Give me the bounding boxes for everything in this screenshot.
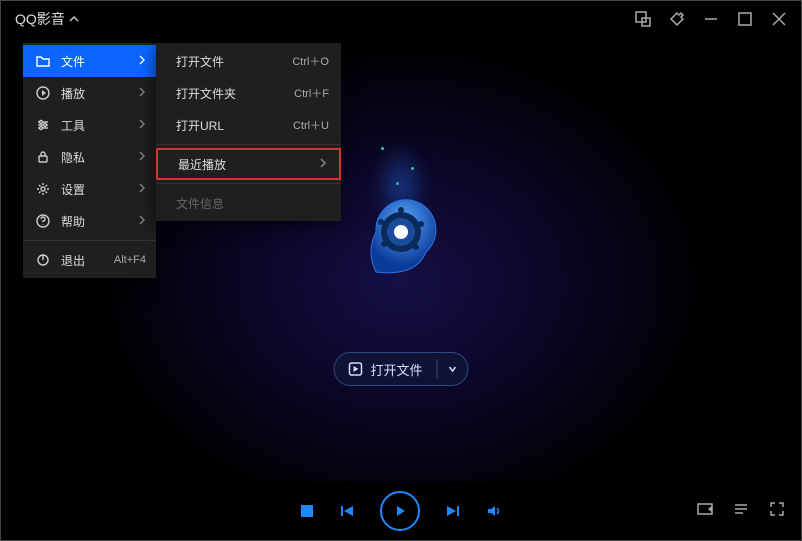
- menu-item-label: 帮助: [61, 213, 128, 230]
- chevron-right-icon: [138, 54, 146, 68]
- file-submenu: 打开文件 Ctrl＋O 打开文件夹 Ctrl＋F 打开URL Ctrl＋U 最近…: [156, 43, 341, 221]
- menu-item-label: 退出: [61, 252, 104, 269]
- close-button[interactable]: [771, 11, 787, 27]
- menu-item-privacy[interactable]: 隐私: [23, 141, 156, 173]
- play-icon: [392, 503, 408, 519]
- open-file-more-button[interactable]: [438, 362, 468, 377]
- play-button[interactable]: [380, 491, 420, 531]
- menu-separator: [23, 240, 156, 241]
- open-file-button-group: 打开文件: [333, 352, 468, 386]
- chevron-down-icon: [448, 364, 458, 374]
- submenu-item-file-info: 文件信息: [156, 187, 341, 219]
- tools-icon: [35, 118, 51, 132]
- lock-icon: [35, 150, 51, 164]
- submenu-separator: [156, 183, 341, 184]
- help-icon: [35, 214, 51, 228]
- playback-center-controls: [300, 491, 502, 531]
- chevron-right-icon: [138, 214, 146, 228]
- menu-item-tools[interactable]: 工具: [23, 109, 156, 141]
- mini-mode-icon[interactable]: [635, 11, 651, 27]
- menu-item-shortcut: Alt+F4: [114, 254, 146, 266]
- submenu-item-label: 打开URL: [176, 117, 293, 134]
- stop-button[interactable]: [300, 504, 314, 518]
- menu-item-exit[interactable]: 退出 Alt+F4: [23, 244, 156, 276]
- minimize-button[interactable]: [703, 11, 719, 27]
- submenu-item-label: 打开文件: [176, 53, 292, 70]
- menu-item-label: 播放: [61, 85, 128, 102]
- app-logo: [346, 182, 456, 292]
- power-icon: [35, 253, 51, 267]
- chevron-right-icon: [138, 182, 146, 196]
- playlist-button[interactable]: [733, 501, 749, 522]
- menu-item-label: 设置: [61, 181, 128, 198]
- submenu-item-open-file[interactable]: 打开文件 Ctrl＋O: [156, 45, 341, 77]
- menu-item-play[interactable]: 播放: [23, 77, 156, 109]
- play-circle-icon: [35, 86, 51, 100]
- submenu-item-label: 打开文件夹: [176, 85, 294, 102]
- playback-controls: [1, 482, 801, 540]
- menu-item-label: 隐私: [61, 149, 128, 166]
- menu-item-label: 工具: [61, 117, 128, 134]
- app-title: QQ影音: [15, 9, 65, 29]
- chevron-right-icon: [138, 86, 146, 100]
- previous-button[interactable]: [340, 504, 354, 518]
- titlebar: QQ影音: [1, 1, 801, 37]
- open-file-label: 打开文件: [370, 360, 422, 379]
- menu-item-help[interactable]: 帮助: [23, 205, 156, 237]
- maximize-button[interactable]: [737, 11, 753, 27]
- playback-right-controls: [697, 501, 785, 522]
- menu-item-label: 文件: [61, 53, 128, 70]
- next-button[interactable]: [446, 504, 460, 518]
- chevron-right-icon: [138, 150, 146, 164]
- volume-button[interactable]: [486, 503, 502, 519]
- app-title-dropdown[interactable]: QQ影音: [15, 9, 79, 29]
- window-controls: [635, 11, 787, 27]
- gear-icon: [35, 182, 51, 196]
- main-menu: 文件 播放 工具 隐私 设置 帮助 退出 Alt+F4: [23, 43, 156, 278]
- submenu-item-shortcut: Ctrl＋U: [293, 117, 329, 133]
- chevron-right-icon: [138, 118, 146, 132]
- play-file-icon: [348, 362, 362, 376]
- submenu-item-open-folder[interactable]: 打开文件夹 Ctrl＋F: [156, 77, 341, 109]
- pin-icon[interactable]: [669, 11, 685, 27]
- chevron-right-icon: [319, 157, 327, 171]
- submenu-item-open-url[interactable]: 打开URL Ctrl＋U: [156, 109, 341, 141]
- submenu-separator: [156, 144, 341, 145]
- open-file-button[interactable]: 打开文件: [334, 360, 436, 379]
- folder-icon: [35, 54, 51, 68]
- submenu-item-shortcut: Ctrl＋O: [292, 53, 329, 69]
- menu-item-settings[interactable]: 设置: [23, 173, 156, 205]
- snapshot-button[interactable]: [697, 501, 713, 522]
- chevron-up-icon: [69, 14, 79, 24]
- submenu-item-label: 文件信息: [176, 195, 329, 212]
- submenu-item-label: 最近播放: [178, 156, 319, 173]
- menu-item-file[interactable]: 文件: [23, 45, 156, 77]
- submenu-item-recent[interactable]: 最近播放: [156, 148, 341, 180]
- submenu-item-shortcut: Ctrl＋F: [294, 85, 329, 101]
- fullscreen-button[interactable]: [769, 501, 785, 522]
